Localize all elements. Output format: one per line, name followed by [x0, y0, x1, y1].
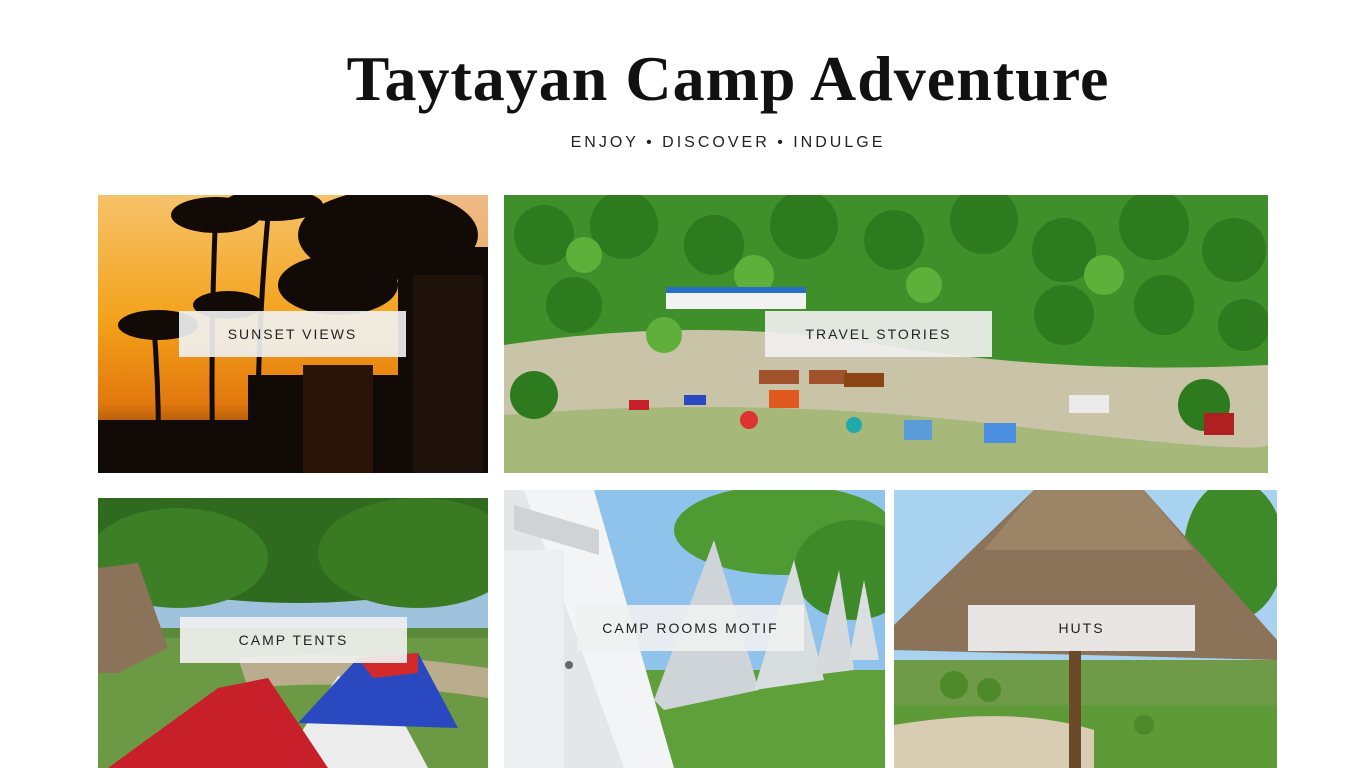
caption-travel-stories[interactable]: TRAVEL STORIES	[765, 311, 992, 357]
caption-camp-tents[interactable]: CAMP TENTS	[180, 617, 407, 663]
caption-huts[interactable]: HUTS	[968, 605, 1195, 651]
gallery-tile-sunset-views[interactable]: SUNSET VIEWS	[98, 195, 488, 473]
site-tagline: ENJOY • DISCOVER • INDULGE	[570, 134, 886, 151]
caption-camp-rooms-motif[interactable]: CAMP ROOMS MOTIF	[577, 605, 804, 651]
gallery-tile-travel-stories[interactable]: TRAVEL STORIES	[504, 195, 1268, 473]
gallery-tile-huts[interactable]: HUTS	[894, 490, 1277, 768]
gallery-tile-camp-tents[interactable]: CAMP TENTS	[98, 498, 488, 768]
gallery-tile-camp-rooms-motif[interactable]: CAMP ROOMS MOTIF	[504, 490, 885, 768]
site-title: Taytayan Camp Adventure	[346, 43, 1110, 114]
caption-sunset-views[interactable]: SUNSET VIEWS	[179, 311, 406, 357]
